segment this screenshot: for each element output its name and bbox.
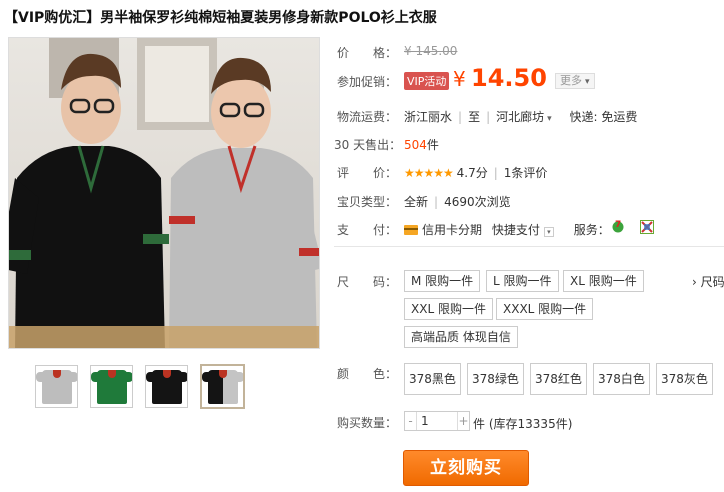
size-option-l[interactable]: L 限购一件 [486, 270, 559, 292]
thumbnail-black[interactable] [145, 365, 188, 408]
thumbnail-strip [35, 364, 245, 409]
rating-info: ★★★★★ 4.7分 | 1条评价 [404, 166, 548, 180]
thumbnail-pair[interactable] [200, 364, 245, 409]
size-option-xl[interactable]: XL 限购一件 [563, 270, 644, 292]
credit-card-icon [404, 225, 418, 235]
stock-info: 件 (库存13335件) [473, 415, 572, 432]
currency-symbol: ¥ [453, 67, 466, 91]
original-price: ¥ 145.00 [404, 44, 458, 58]
chevron-down-icon[interactable]: ▾ [543, 227, 554, 237]
price-label: 价 格： [337, 46, 398, 60]
decrease-quantity-button[interactable]: - [405, 412, 417, 430]
promo-price: 14.50 [471, 64, 547, 92]
size-option-xxl[interactable]: XXL 限购一件 [404, 298, 493, 320]
type-info: 全新 | 4690次浏览 [404, 195, 511, 209]
color-option-green[interactable]: 378绿色 [467, 363, 524, 395]
size-label: 尺 码： [337, 275, 398, 289]
guarantee-icon[interactable] [640, 220, 654, 234]
svg-text:7: 7 [615, 220, 621, 230]
shipping-label: 物流运费： [337, 110, 398, 124]
payment-info: 信用卡分期 快捷支付 ▾ 服务： [404, 221, 610, 238]
stock-count: (库存13335件) [488, 417, 573, 431]
payment-label: 支 付： [337, 223, 398, 237]
express-fee: 快递: 免运费 [569, 110, 638, 124]
promo-label: 参加促销： [337, 75, 398, 89]
item-condition: 全新 [404, 195, 429, 209]
shipping-info: 浙江丽水 | 至 | 河北廊坊 ▾ 快递: 免运费 [404, 110, 638, 124]
ship-to-selector[interactable]: 河北廊坊 [496, 110, 544, 124]
vip-badge: VIP活动 [404, 72, 450, 90]
increase-quantity-button[interactable]: + [457, 412, 469, 430]
quantity-label: 购买数量： [337, 416, 398, 430]
credit-installment[interactable]: 信用卡分期 [422, 223, 482, 237]
more-label: 更多 [560, 74, 582, 87]
sales-info: 504件 [404, 136, 439, 153]
size-option-xxxl[interactable]: XXXL 限购一件 [496, 298, 594, 320]
color-label: 颜 色： [337, 367, 398, 381]
chevron-down-icon: ▾ [585, 77, 590, 87]
service-label: 服务： [573, 223, 610, 237]
rating-label: 评 价： [337, 166, 398, 180]
thumbnail-grey[interactable] [35, 365, 78, 408]
thumbnail-green[interactable] [90, 365, 133, 408]
section-divider [334, 246, 724, 247]
review-count-link[interactable]: 1条评价 [504, 166, 548, 180]
color-option-grey[interactable]: 378灰色 [656, 363, 713, 395]
chevron-down-icon[interactable]: ▾ [547, 114, 552, 124]
sales-label: 30 天售出： [334, 138, 402, 152]
sales-count: 504 [404, 138, 427, 152]
ship-from: 浙江丽水 [404, 110, 453, 124]
color-option-red[interactable]: 378红色 [530, 363, 587, 395]
quantity-input[interactable]: 1 [417, 412, 457, 430]
size-option-m[interactable]: M 限购一件 [404, 270, 481, 292]
quantity-stepper: - 1 + [404, 411, 470, 431]
type-label: 宝贝类型： [337, 195, 398, 209]
color-option-black[interactable]: 378黑色 [404, 363, 461, 395]
main-product-image[interactable] [8, 37, 320, 349]
rating-stars: ★★★★★ [404, 166, 454, 180]
more-promotions-button[interactable]: 更多 ▾ [555, 73, 595, 89]
view-count: 4690次浏览 [444, 195, 511, 209]
quick-pay[interactable]: 快捷支付 [492, 223, 540, 237]
size-option-premium[interactable]: 高端品质 体现自信 [404, 326, 518, 348]
color-option-white[interactable]: 378白色 [593, 363, 650, 395]
ship-to-prefix: 至 [468, 110, 481, 124]
sales-unit: 件 [426, 138, 439, 152]
seven-day-return-icon[interactable]: 7 [611, 219, 625, 233]
buy-now-button[interactable]: 立刻购买 [403, 450, 529, 486]
size-chart-link[interactable]: › 尺码 [692, 273, 724, 290]
quantity-unit: 件 [473, 417, 486, 431]
rating-score: 4.7分 [456, 166, 488, 180]
product-title: 【VIP购优汇】男半袖保罗衫纯棉短袖夏装男修身新款POLO衫上衣服 [4, 10, 437, 26]
